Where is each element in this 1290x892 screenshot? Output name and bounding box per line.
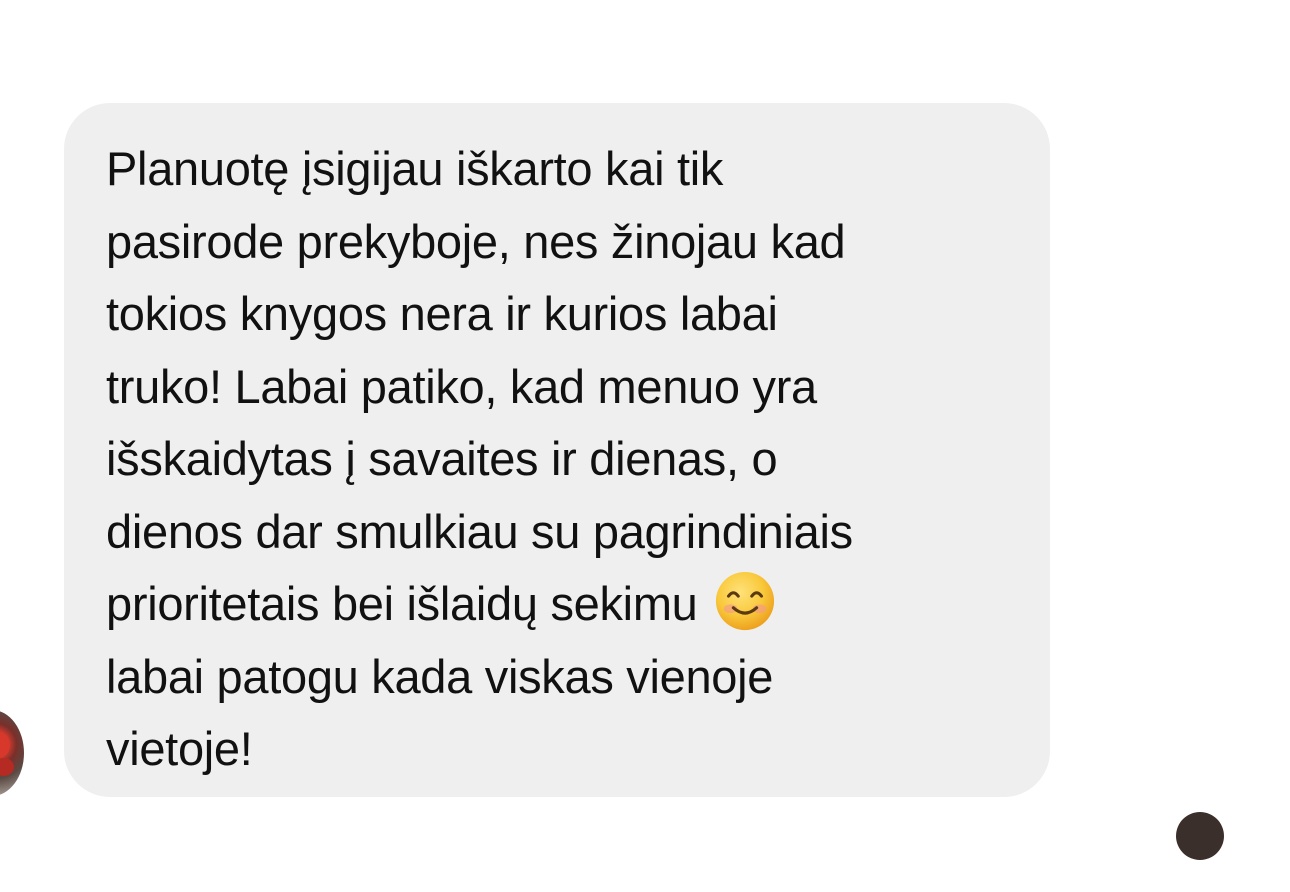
avatar-rose-detail (0, 732, 10, 758)
avatar-rose-detail (0, 758, 14, 776)
message-line: dienos dar smulkiau su pagrindiniais (106, 504, 853, 558)
message-line: truko! Labai patiko, kad menuo yra (106, 359, 817, 413)
message-bubble[interactable]: Planuotę įsigijau iškarto kai tik pasiro… (64, 103, 1050, 797)
message-line: išskaidytas į savaites ir dienas, o (106, 432, 778, 485)
next-sender-avatar[interactable] (1176, 812, 1224, 860)
message-line: pasirode prekyboje, nes žinojau kad (106, 214, 846, 268)
message-line: vietoje! (106, 722, 253, 775)
sender-avatar[interactable] (0, 710, 24, 796)
message-line: tokios knygos nera ir kurios labai (106, 287, 778, 340)
message-line-text: prioritetais bei išlaidų sekimu (106, 577, 711, 630)
message-line: labai patogu kada viskas vienoje (106, 649, 774, 703)
smiling-face-emoji-icon (716, 571, 775, 631)
message-line-with-emoji: prioritetais bei išlaidų sekimu (106, 568, 1014, 641)
message-line: Planuotę įsigijau iškarto kai tik (106, 142, 724, 195)
message-text: Planuotę įsigijau iškarto kai tik pasiro… (106, 133, 1014, 786)
